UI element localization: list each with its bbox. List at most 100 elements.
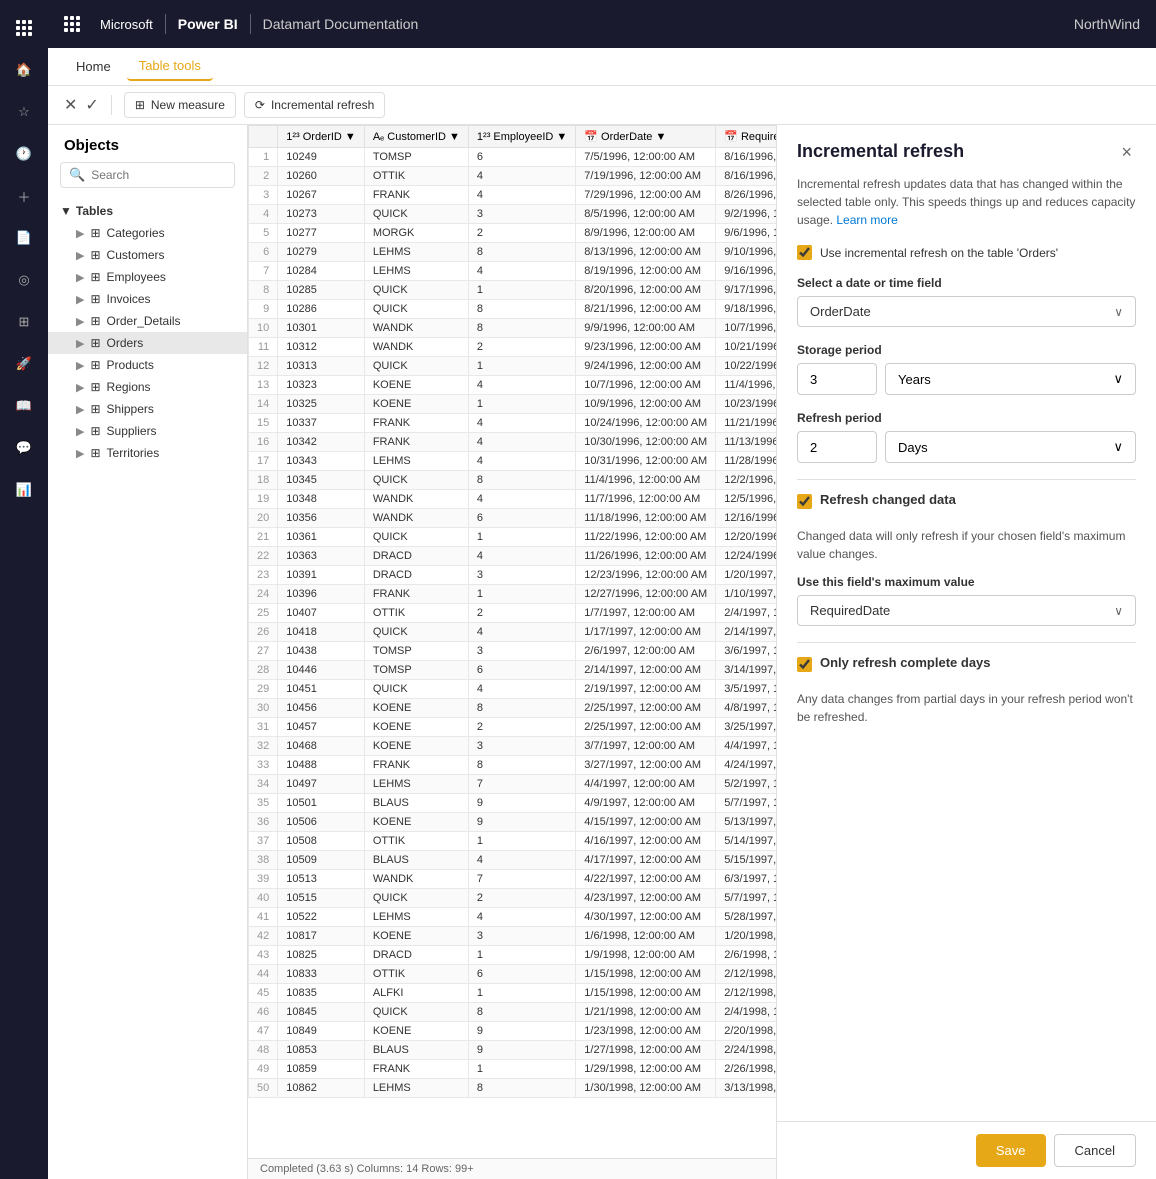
table-item-orders[interactable]: ▶⊞ Orders [48,332,247,354]
row-number-cell: 17 [249,452,278,471]
storage-period-unit-dropdown[interactable]: Years ∨ [885,363,1136,395]
sidebar-icon-plus[interactable]: ＋ [4,176,44,216]
sidebar-icon-doc[interactable]: 📄 [4,218,44,258]
data-cell: TOMSP [364,661,468,680]
sidebar-icon-grid[interactable]: ⊞ [4,302,44,342]
data-cell: 8/9/1996, 12:00:00 AM [576,224,716,243]
table-item-products[interactable]: ▶⊞ Products [48,354,247,376]
data-cell: FRANK [364,414,468,433]
toolbar-cancel-icon[interactable]: ✕ [64,95,77,115]
table-icon: ▶ [76,381,84,394]
table-item-order-details[interactable]: ▶⊞ Order_Details [48,310,247,332]
main-area: Microsoft Power BI Datamart Documentatio… [48,0,1156,1179]
table-item-customers[interactable]: ▶⊞ Customers [48,244,247,266]
data-cell: 11/28/1996, 12:00:00 AM [716,452,776,471]
search-box[interactable]: 🔍 [60,162,235,188]
data-cell: LEHMS [364,908,468,927]
table-container[interactable]: 1²³ OrderID ▼ Aₑ CustomerID ▼ 1²³ Employ… [248,125,776,1158]
new-measure-button[interactable]: ⊞ New measure [124,92,236,118]
side-panel-body: Incremental refresh updates data that ha… [777,175,1156,1121]
col-header-orderid[interactable]: 1²³ OrderID ▼ [278,126,365,148]
data-cell: 10862 [278,1079,365,1098]
data-cell: 4 [468,167,575,186]
data-cell: 8 [468,243,575,262]
refresh-period-unit-dropdown[interactable]: Days ∨ [885,431,1136,463]
table-icon: ▶ [76,227,84,240]
col-header-orderdate[interactable]: 📅 OrderDate ▼ [576,126,716,148]
data-cell: 12/2/1996, 12:00:00 AM [716,471,776,490]
sidebar-icon-waffle[interactable] [4,8,44,48]
table-item-shippers[interactable]: ▶⊞ Shippers [48,398,247,420]
row-number-cell: 34 [249,775,278,794]
sidebar-icon-rocket[interactable]: 🚀 [4,344,44,384]
row-number-cell: 40 [249,889,278,908]
sidebar-icon-chat[interactable]: 💬 [4,428,44,468]
sidebar-icon-book[interactable]: 📖 [4,386,44,426]
sidebar-icon-star[interactable]: ☆ [4,92,44,132]
search-input[interactable] [91,168,226,182]
table-item-invoices[interactable]: ▶⊞ Invoices [48,288,247,310]
data-cell: 4 [468,186,575,205]
learn-more-link[interactable]: Learn more [836,213,897,227]
col-header-requireddate[interactable]: 📅 RequiredDate ▼ [716,126,776,148]
table-row: 810285QUICK18/20/1996, 12:00:00 AM9/17/1… [249,281,777,300]
data-cell: 10249 [278,148,365,167]
sidebar-icon-chart[interactable]: 📊 [4,470,44,510]
data-cell: 1/9/1998, 12:00:00 AM [576,946,716,965]
sidebar-icon-home[interactable]: 🏠 [4,50,44,90]
tables-section-header[interactable]: ▼ Tables [48,200,247,222]
data-cell: 12/23/1996, 12:00:00 AM [576,566,716,585]
table-item-categories[interactable]: ▶⊞ Categories [48,222,247,244]
data-cell: 10845 [278,1003,365,1022]
data-cell: 5/7/1997, 12:00:00 AM [716,889,776,908]
data-cell: 8 [468,699,575,718]
data-cell: 3 [468,927,575,946]
dropdown-arrow-icon: ∨ [1114,305,1123,319]
data-cell: 2/25/1997, 12:00:00 AM [576,699,716,718]
table-icon: ▶ [76,249,84,262]
table-row: 1510337FRANK410/24/1996, 12:00:00 AM11/2… [249,414,777,433]
cancel-button[interactable]: Cancel [1054,1134,1136,1167]
refresh-period-num[interactable]: 2 [797,431,877,463]
data-cell: 8 [468,319,575,338]
incremental-refresh-button[interactable]: ⟳ Incremental refresh [244,92,385,118]
use-incremental-checkbox[interactable] [797,245,812,260]
data-cell: 11/21/1996, 12:00:00 AM [716,414,776,433]
table-item-suppliers[interactable]: ▶⊞ Suppliers [48,420,247,442]
table-row: 4110522LEHMS44/30/1997, 12:00:00 AM5/28/… [249,908,777,927]
data-cell: 3 [468,205,575,224]
data-cell: 2/14/1997, 12:00:00 AM [716,623,776,642]
table-icon2: ⊞ [90,446,100,460]
data-cell: 1/30/1998, 12:00:00 AM [576,1079,716,1098]
data-cell: 1/6/1998, 12:00:00 AM [576,927,716,946]
table-item-territories[interactable]: ▶⊞ Territories [48,442,247,464]
close-button[interactable]: × [1117,141,1136,163]
data-cell: 10515 [278,889,365,908]
col-header-employeeid[interactable]: 1²³ EmployeeID ▼ [468,126,575,148]
data-cell: QUICK [364,1003,468,1022]
tab-table-tools[interactable]: Table tools [127,52,213,81]
save-button[interactable]: Save [976,1134,1046,1167]
data-cell: 10/23/1996, 12:00:00 AM [716,395,776,414]
data-cell: KOENE [364,1022,468,1041]
table-row: 4310825DRACD11/9/1998, 12:00:00 AM2/6/19… [249,946,777,965]
toolbar-confirm-icon[interactable]: ✓ [85,95,98,115]
refresh-changed-checkbox[interactable] [797,494,812,509]
data-cell: 4/4/1997, 12:00:00 AM [576,775,716,794]
col-header-customerid[interactable]: Aₑ CustomerID ▼ [364,126,468,148]
tab-home[interactable]: Home [64,53,123,80]
date-field-dropdown[interactable]: OrderDate ∨ [797,296,1136,327]
sidebar-icon-target[interactable]: ◎ [4,260,44,300]
changed-data-desc: Changed data will only refresh if your c… [797,527,1136,563]
max-value-value: RequiredDate [810,603,890,618]
table-item-employees[interactable]: ▶⊞ Employees [48,266,247,288]
row-number-cell: 27 [249,642,278,661]
table-item-regions[interactable]: ▶⊞ Regions [48,376,247,398]
data-cell: BLAUS [364,794,468,813]
complete-days-checkbox[interactable] [797,657,812,672]
max-value-dropdown[interactable]: RequiredDate ∨ [797,595,1136,626]
side-panel-title: Incremental refresh [797,141,964,162]
sidebar-icon-clock[interactable]: 🕐 [4,134,44,174]
dropdown-arrow-icon3: ∨ [1113,439,1123,455]
storage-period-num[interactable]: 3 [797,363,877,395]
